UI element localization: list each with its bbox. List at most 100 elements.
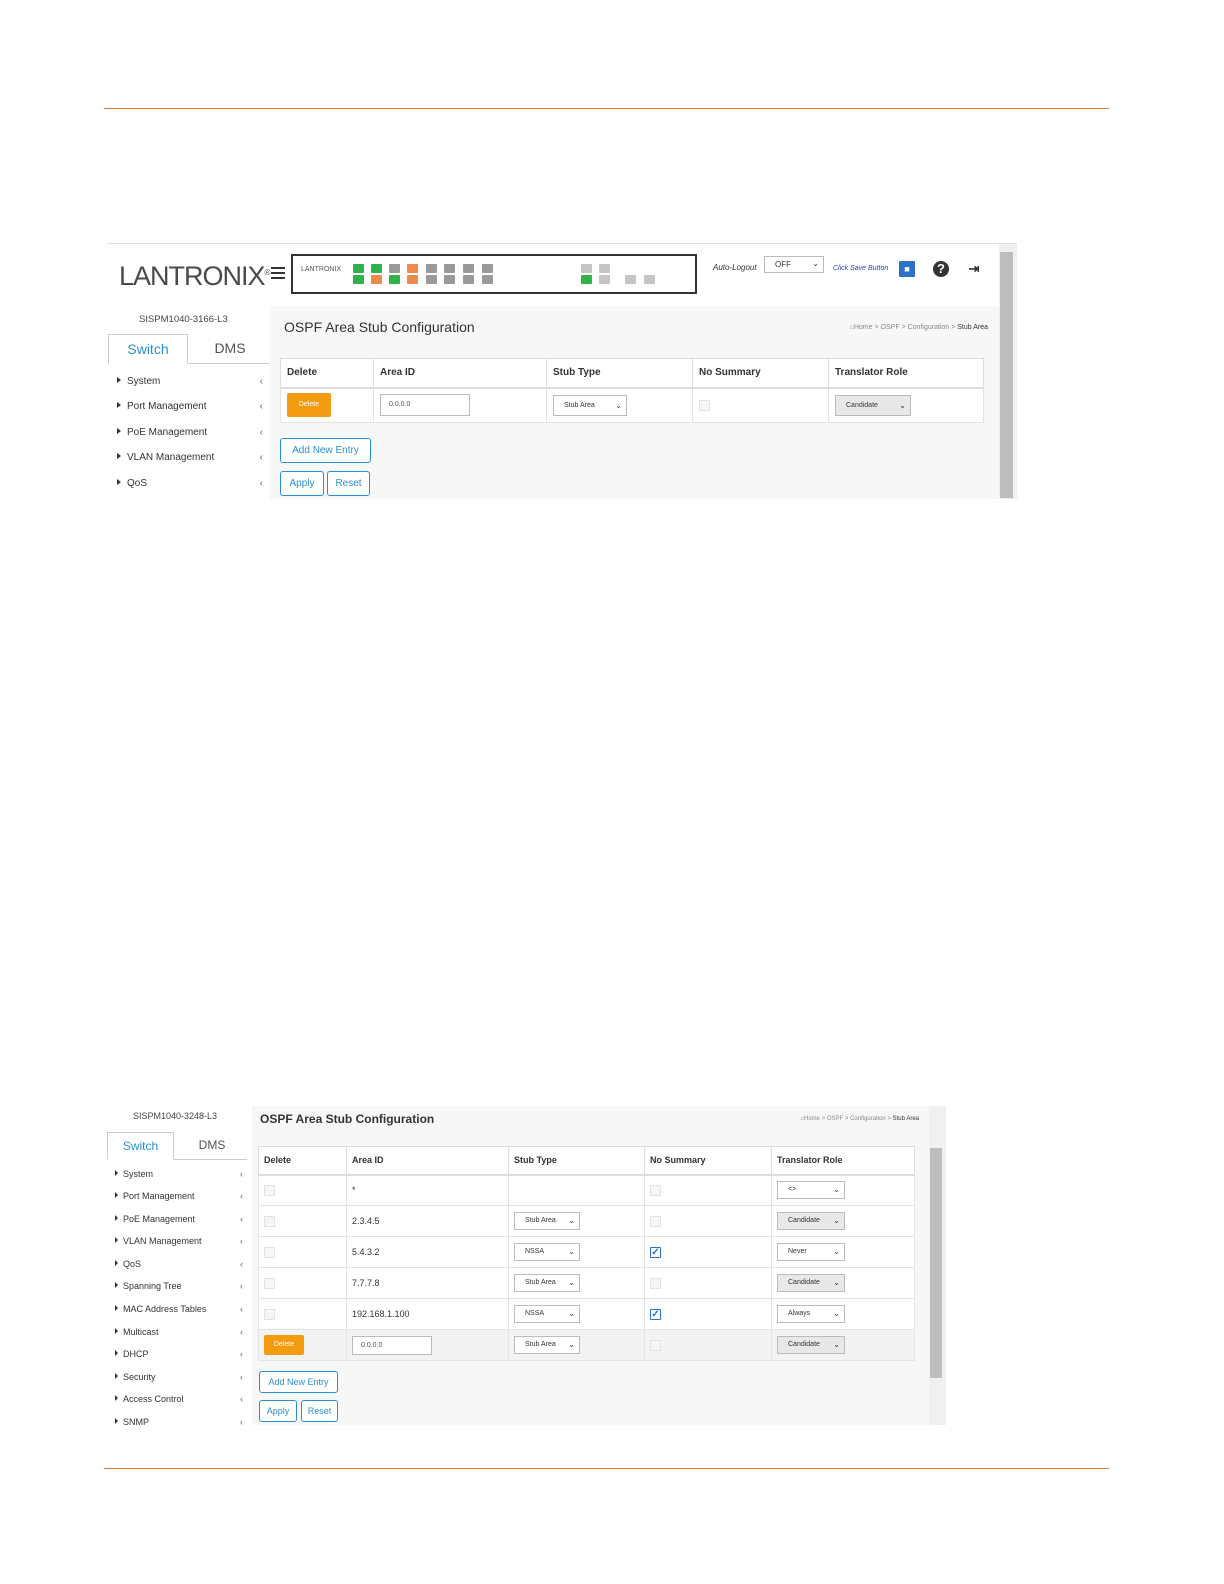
caret-right-icon bbox=[115, 1192, 118, 1198]
translator-role-select[interactable]: Always ⌄ bbox=[777, 1305, 845, 1323]
breadcrumb-home[interactable]: Home bbox=[854, 324, 873, 331]
port-icon[interactable] bbox=[426, 275, 437, 284]
sidebar-item-mac-address-tables[interactable]: MAC Address Tables ‹ bbox=[115, 1304, 243, 1314]
stub-type-select[interactable]: Stub Area ⌄ bbox=[553, 394, 627, 416]
sidebar-item-access-control[interactable]: Access Control ‹ bbox=[115, 1394, 243, 1404]
sidebar-item-dhcp[interactable]: DHCP ‹ bbox=[115, 1349, 243, 1359]
delete-checkbox[interactable] bbox=[264, 1215, 275, 1227]
apply-button[interactable]: Apply bbox=[259, 1400, 297, 1422]
port-icon[interactable] bbox=[389, 275, 400, 284]
scrollbar-thumb[interactable] bbox=[1000, 252, 1013, 498]
apply-button[interactable]: Apply bbox=[280, 471, 324, 496]
sfp-port-icon[interactable] bbox=[599, 275, 610, 284]
port-icon[interactable] bbox=[407, 264, 418, 273]
tab-dms[interactable]: DMS bbox=[177, 1132, 247, 1160]
tab-switch[interactable]: Switch bbox=[108, 334, 188, 364]
sidebar-item-vlan-management[interactable]: VLAN Management ‹ bbox=[115, 1236, 243, 1246]
tab-dms[interactable]: DMS bbox=[190, 334, 270, 364]
help-icon[interactable]: ? bbox=[933, 261, 949, 277]
port-icon[interactable] bbox=[444, 264, 455, 273]
chevron-left-icon: ‹ bbox=[240, 1191, 243, 1201]
hamburger-menu-icon[interactable] bbox=[271, 267, 285, 279]
delete-checkbox[interactable] bbox=[264, 1246, 275, 1258]
sfp-port-icon[interactable] bbox=[644, 275, 655, 284]
translator-role-select[interactable]: Candidate ⌄ bbox=[777, 1212, 845, 1230]
sidebar-item-vlan-management[interactable]: VLAN Management ‹ bbox=[117, 452, 263, 463]
header-rule bbox=[104, 108, 1109, 109]
delete-button[interactable]: Delete bbox=[287, 393, 331, 418]
breadcrumb-configuration[interactable]: Configuration bbox=[850, 1116, 886, 1122]
sidebar-item-qos[interactable]: QoS ‹ bbox=[117, 478, 263, 489]
save-icon[interactable]: ■ bbox=[899, 261, 915, 277]
chevron-down-icon: ⌄ bbox=[568, 1278, 575, 1287]
no-summary-checkbox[interactable] bbox=[650, 1184, 661, 1196]
reset-button[interactable]: Reset bbox=[301, 1400, 338, 1422]
delete-checkbox[interactable] bbox=[264, 1308, 275, 1320]
no-summary-checkbox[interactable] bbox=[699, 399, 710, 411]
auto-logout-select[interactable]: OFF ⌄ bbox=[764, 256, 824, 273]
port-icon[interactable] bbox=[407, 275, 418, 284]
scrollbar[interactable] bbox=[929, 1106, 946, 1425]
sfp-port-icon[interactable] bbox=[599, 264, 610, 273]
translator-role-select[interactable]: <> ⌄ bbox=[777, 1181, 845, 1200]
chevron-left-icon: ‹ bbox=[240, 1281, 243, 1291]
sidebar-item-system[interactable]: System ‹ bbox=[115, 1169, 243, 1179]
no-summary-checkbox[interactable] bbox=[650, 1339, 661, 1351]
add-new-entry-button[interactable]: Add New Entry bbox=[259, 1371, 338, 1393]
sidebar-item-port-management[interactable]: Port Management ‹ bbox=[117, 401, 263, 412]
logout-icon[interactable]: ⇥ bbox=[966, 261, 982, 277]
sidebar-item-system[interactable]: System ‹ bbox=[117, 376, 263, 387]
chevron-down-icon: ⌄ bbox=[568, 1247, 575, 1256]
delete-button[interactable]: Delete bbox=[264, 1335, 304, 1355]
translator-role-select[interactable]: Candidate ⌄ bbox=[835, 394, 911, 416]
port-icon[interactable] bbox=[389, 264, 400, 273]
translator-role-select[interactable]: Never ⌄ bbox=[777, 1243, 845, 1261]
port-icon[interactable] bbox=[371, 275, 382, 284]
area-id-input[interactable]: 0.0.0.0 bbox=[380, 394, 470, 417]
sidebar-item-spanning-tree[interactable]: Spanning Tree ‹ bbox=[115, 1281, 243, 1291]
reset-button[interactable]: Reset bbox=[327, 471, 370, 496]
caret-right-icon bbox=[115, 1418, 118, 1424]
sidebar-item-qos[interactable]: QoS ‹ bbox=[115, 1259, 243, 1269]
port-icon[interactable] bbox=[463, 264, 474, 273]
breadcrumb-ospf[interactable]: OSPF bbox=[827, 1116, 843, 1122]
tab-switch[interactable]: Switch bbox=[107, 1132, 174, 1160]
port-icon[interactable] bbox=[426, 264, 437, 273]
no-summary-checkbox[interactable]: ✓ bbox=[650, 1308, 661, 1320]
stub-type-select[interactable]: NSSA ⌄ bbox=[514, 1243, 580, 1261]
scrollbar[interactable] bbox=[999, 244, 1017, 499]
delete-checkbox[interactable] bbox=[264, 1277, 275, 1289]
breadcrumb-ospf[interactable]: OSPF bbox=[881, 324, 900, 331]
sfp-port-icon[interactable] bbox=[581, 275, 592, 284]
port-icon[interactable] bbox=[482, 275, 493, 284]
sidebar-item-security[interactable]: Security ‹ bbox=[115, 1372, 243, 1382]
sidebar-item-multicast[interactable]: Multicast ‹ bbox=[115, 1327, 243, 1337]
sidebar-item-poe-management[interactable]: PoE Management ‹ bbox=[115, 1214, 243, 1224]
no-summary-checkbox[interactable]: ✓ bbox=[650, 1246, 661, 1258]
sfp-port-icon[interactable] bbox=[581, 264, 592, 273]
sfp-port-icon[interactable] bbox=[625, 275, 636, 284]
stub-type-select[interactable]: Stub Area ⌄ bbox=[514, 1212, 580, 1230]
scrollbar-thumb[interactable] bbox=[930, 1148, 942, 1378]
stub-type-select[interactable]: Stub Area ⌄ bbox=[514, 1274, 580, 1292]
port-icon[interactable] bbox=[444, 275, 455, 284]
area-id-input[interactable]: 0.0.0.0 bbox=[352, 1335, 432, 1355]
breadcrumb-home[interactable]: Home bbox=[804, 1116, 820, 1122]
delete-checkbox[interactable] bbox=[264, 1184, 275, 1196]
port-icon[interactable] bbox=[482, 264, 493, 273]
sidebar-item-snmp[interactable]: SNMP ‹ bbox=[115, 1417, 243, 1425]
translator-role-select[interactable]: Candidate ⌄ bbox=[777, 1274, 845, 1292]
translator-role-select[interactable]: Candidate ⌄ bbox=[777, 1336, 845, 1354]
stub-type-select[interactable]: Stub Area ⌄ bbox=[514, 1336, 580, 1354]
no-summary-checkbox[interactable] bbox=[650, 1215, 661, 1227]
stub-type-select[interactable]: NSSA ⌄ bbox=[514, 1305, 580, 1323]
sidebar-item-port-management[interactable]: Port Management ‹ bbox=[115, 1191, 243, 1201]
breadcrumb-configuration[interactable]: Configuration bbox=[908, 324, 950, 331]
no-summary-checkbox[interactable] bbox=[650, 1277, 661, 1289]
port-icon[interactable] bbox=[371, 264, 382, 273]
port-icon[interactable] bbox=[463, 275, 474, 284]
sidebar-item-poe-management[interactable]: PoE Management ‹ bbox=[117, 427, 263, 438]
port-icon[interactable] bbox=[353, 275, 364, 284]
add-new-entry-button[interactable]: Add New Entry bbox=[280, 438, 371, 463]
port-icon[interactable] bbox=[353, 264, 364, 273]
